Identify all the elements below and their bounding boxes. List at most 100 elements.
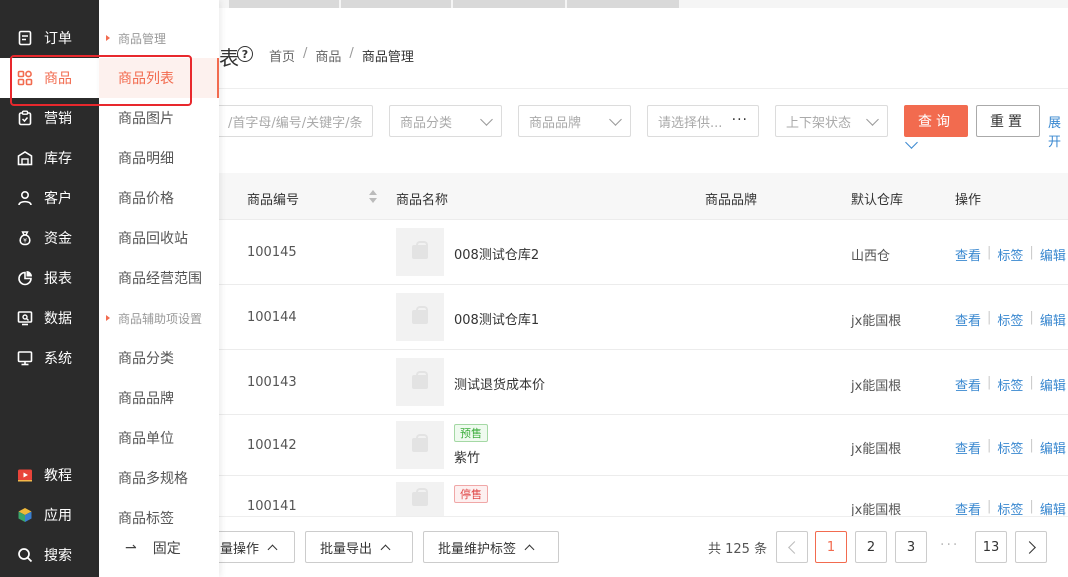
goods-code: 100144 <box>247 310 297 325</box>
tag-link[interactable]: 标签 <box>997 375 1023 394</box>
chevron-right-icon <box>1022 540 1036 554</box>
chevron-down-icon <box>866 113 879 126</box>
row-actions: 查看 | 标签 | 编辑 <box>955 310 1066 329</box>
sort-icon[interactable] <box>369 190 377 204</box>
submenu-item-categories[interactable]: 商品分类 <box>99 338 219 378</box>
divider <box>219 88 1068 89</box>
image-placeholder-icon <box>412 434 428 452</box>
page-ellipsis[interactable]: ··· <box>940 537 959 553</box>
caret-right-icon <box>106 35 110 41</box>
goods-name[interactable]: 测试退货成本价 <box>454 374 545 393</box>
tab[interactable] <box>341 0 451 8</box>
breadcrumb: 首页 / 商品 / 商品管理 <box>269 46 414 65</box>
nav-item-reports[interactable]: 报表 <box>0 258 99 298</box>
tab[interactable] <box>229 0 339 8</box>
breadcrumb-goods[interactable]: 商品 <box>315 46 341 65</box>
breadcrumb-home[interactable]: 首页 <box>269 46 295 65</box>
supplier-select[interactable]: 请选择供... ··· <box>647 105 759 137</box>
category-select[interactable]: 商品分类 <box>389 105 502 137</box>
tab-bar <box>219 0 1068 8</box>
page-2[interactable]: 2 <box>855 531 887 563</box>
image-placeholder-icon <box>412 371 428 389</box>
nav-item-data[interactable]: 数据 <box>0 298 99 338</box>
page-3[interactable]: 3 <box>895 531 927 563</box>
nav-item-apps[interactable]: 应用 <box>0 495 99 535</box>
order-icon <box>16 29 34 47</box>
goods-name[interactable]: 紫竹 <box>454 447 480 466</box>
page-13[interactable]: 13 <box>975 531 1007 563</box>
submenu-item-brands[interactable]: 商品品牌 <box>99 378 219 418</box>
submenu-item-recycle-bin[interactable]: 商品回收站 <box>99 218 219 258</box>
keyword-search-input[interactable]: /首字母/编号/关键字/条 <box>217 105 373 137</box>
submenu-item-business-scope[interactable]: 商品经营范围 <box>99 258 219 298</box>
tag-link[interactable]: 标签 <box>997 310 1023 329</box>
nav-item-inventory[interactable]: 库存 <box>0 138 99 178</box>
nav-item-customers[interactable]: 客户 <box>0 178 99 218</box>
submenu-item-goods-details[interactable]: 商品明细 <box>99 138 219 178</box>
view-link[interactable]: 查看 <box>955 310 981 329</box>
col-goods-code[interactable]: 商品编号 <box>247 189 299 208</box>
query-button[interactable]: 查询 <box>904 105 968 137</box>
view-link[interactable]: 查看 <box>955 245 981 264</box>
edit-link[interactable]: 编辑 <box>1040 438 1066 457</box>
nav-label: 应用 <box>44 508 72 524</box>
prev-page-button[interactable] <box>776 531 808 563</box>
nav-item-tutorial[interactable]: 教程 <box>0 455 99 495</box>
page-1[interactable]: 1 <box>815 531 847 563</box>
nav-label: 系统 <box>44 351 72 367</box>
submenu-item-multi-spec[interactable]: 商品多规格 <box>99 458 219 498</box>
nav-label: 资金 <box>44 231 72 247</box>
default-warehouse: 山西仓 <box>851 249 891 264</box>
nav-label: 教程 <box>44 468 72 484</box>
tab[interactable] <box>453 0 565 8</box>
nav-item-search[interactable]: 搜索 <box>0 535 99 575</box>
pin-menu-button[interactable]: ⇀ 固定 <box>99 533 219 563</box>
image-placeholder-icon <box>412 241 428 259</box>
row-actions: 查看 | 标签 | 编辑 <box>955 438 1066 457</box>
default-warehouse: jx能国根 <box>851 314 902 329</box>
col-actions: 操作 <box>955 193 982 208</box>
view-link[interactable]: 查看 <box>955 438 981 457</box>
chevron-left-icon <box>787 540 801 554</box>
expand-filters-link[interactable]: 展开 <box>1048 112 1068 150</box>
nav-item-funds[interactable]: ¥ 资金 <box>0 218 99 258</box>
submenu-item-goods-prices[interactable]: 商品价格 <box>99 178 219 218</box>
tag-link[interactable]: 标签 <box>997 438 1023 457</box>
batch-tags-button[interactable]: 批量维护标签 <box>423 531 559 563</box>
chevron-down-icon[interactable] <box>905 136 918 149</box>
total-count: 共 125 条 <box>708 542 768 557</box>
submenu-group-goods-management: 商品管理 <box>99 26 219 50</box>
nav-item-orders[interactable]: 订单 <box>0 18 99 58</box>
edit-link[interactable]: 编辑 <box>1040 375 1066 394</box>
caret-right-icon <box>106 315 110 321</box>
shelf-status-select[interactable]: 上下架状态 <box>775 105 888 137</box>
chevron-down-icon <box>609 113 622 126</box>
nav-item-system[interactable]: 系统 <box>0 338 99 378</box>
col-goods-brand: 商品品牌 <box>705 193 758 208</box>
submenu-item-tags[interactable]: 商品标签 <box>99 498 219 538</box>
tag-link[interactable]: 标签 <box>997 245 1023 264</box>
help-icon[interactable]: ? <box>237 46 253 62</box>
goods-name[interactable]: 008测试仓库2 <box>454 244 539 263</box>
goods-name[interactable]: 008测试仓库1 <box>454 309 539 328</box>
svg-text:¥: ¥ <box>23 238 27 245</box>
row-actions: 查看 | 标签 | 编辑 <box>955 375 1066 394</box>
view-link[interactable]: 查看 <box>955 375 981 394</box>
tab[interactable] <box>567 0 679 8</box>
data-screen-icon <box>16 309 34 327</box>
edit-link[interactable]: 编辑 <box>1040 245 1066 264</box>
nav-label: 客户 <box>44 191 72 207</box>
breadcrumb-current: 商品管理 <box>361 50 414 65</box>
goods-code: 100143 <box>247 375 297 390</box>
next-page-button[interactable] <box>1015 531 1047 563</box>
chevron-up-icon <box>267 544 278 554</box>
goods-code: 100141 <box>247 499 297 514</box>
edit-link[interactable]: 编辑 <box>1040 310 1066 329</box>
batch-operations-button[interactable]: 量操作 <box>209 531 295 563</box>
reset-button[interactable]: 重置 <box>976 105 1040 137</box>
batch-export-button[interactable]: 批量导出 <box>305 531 413 563</box>
image-placeholder-icon <box>412 306 428 324</box>
brand-select[interactable]: 商品品牌 <box>518 105 631 137</box>
nav-label: 报表 <box>44 271 72 287</box>
submenu-item-units[interactable]: 商品单位 <box>99 418 219 458</box>
